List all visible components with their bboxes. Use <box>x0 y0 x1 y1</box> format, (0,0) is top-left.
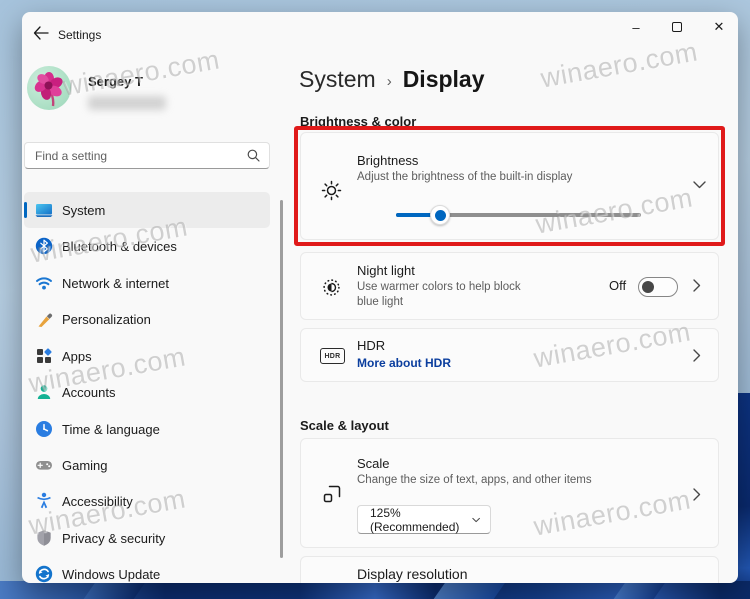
hdr-title: HDR <box>357 338 386 353</box>
desktop: Settings – ✕ Sergey T Find a setting Sys… <box>0 0 750 599</box>
privacy-icon <box>35 529 53 547</box>
time-language-icon <box>35 420 53 438</box>
system-icon <box>35 201 53 219</box>
back-button[interactable] <box>28 21 54 45</box>
windows-update-icon <box>35 565 53 583</box>
selected-accent-bar <box>24 202 27 218</box>
night-light-toggle[interactable] <box>638 277 678 297</box>
breadcrumb-parent[interactable]: System <box>299 66 376 93</box>
scale-dropdown[interactable]: 125% (Recommended) <box>357 505 491 534</box>
avatar-flower-icon <box>34 72 63 107</box>
night-light-subtitle-1: Use warmer colors to help block <box>357 281 521 293</box>
sidebar-item-label: Accounts <box>62 384 116 400</box>
scale-icon <box>321 483 343 505</box>
display-resolution-title: Display resolution <box>357 566 468 582</box>
scale-card[interactable]: Scale Change the size of text, apps, and… <box>300 438 719 548</box>
minimize-icon: – <box>632 19 640 35</box>
brightness-slider-thumb[interactable] <box>430 205 450 225</box>
chevron-right-icon[interactable] <box>693 349 701 362</box>
scale-dropdown-value: 125% (Recommended) <box>370 505 460 534</box>
sidebar-item-accounts[interactable]: Accounts <box>24 374 270 410</box>
search-input[interactable] <box>25 148 247 163</box>
sidebar-item-label: Privacy & security <box>62 530 166 546</box>
sidebar-item-time-language[interactable]: Time & language <box>24 411 270 447</box>
sidebar-item-personalization[interactable]: Personalization <box>24 301 270 337</box>
brightness-sun-icon <box>321 180 342 201</box>
maximize-icon <box>672 22 682 32</box>
hdr-more-link[interactable]: More about HDR <box>357 356 451 370</box>
brightness-subtitle: Adjust the brightness of the built-in di… <box>357 171 573 183</box>
sidebar-item-label: Network & internet <box>62 275 169 291</box>
brightness-slider[interactable] <box>396 205 641 225</box>
sidebar-item-gaming[interactable]: Gaming <box>24 447 270 483</box>
chevron-right-icon[interactable] <box>693 279 701 292</box>
brightness-card[interactable]: Brightness Adjust the brightness of the … <box>300 132 719 240</box>
sidebar-item-label: Personalization <box>62 311 151 327</box>
bluetooth-icon <box>35 237 53 255</box>
search-box[interactable] <box>24 142 270 169</box>
sidebar-item-apps[interactable]: Apps <box>24 338 270 374</box>
sidebar-item-windows-update[interactable]: Windows Update <box>24 556 270 583</box>
close-button[interactable]: ✕ <box>697 12 738 42</box>
sidebar-item-label: Gaming <box>62 457 108 473</box>
sidebar-item-label: Windows Update <box>62 566 161 582</box>
search-icon[interactable] <box>247 149 260 162</box>
hdr-badge-icon: HDR <box>320 348 345 364</box>
personalization-icon <box>35 310 53 328</box>
breadcrumb-separator: › <box>386 72 392 90</box>
network-icon <box>35 274 53 292</box>
toggle-state-label: Off <box>609 278 627 293</box>
toggle-knob <box>642 281 654 293</box>
display-resolution-card[interactable]: Display resolution Adjust the resolution… <box>300 556 719 583</box>
section-header-scale-layout: Scale & layout <box>300 418 389 433</box>
accounts-icon <box>35 383 53 401</box>
wallpaper-bottom-strip <box>0 579 750 599</box>
user-email-redacted <box>88 96 166 110</box>
sidebar-item-label: Accessibility <box>62 493 133 509</box>
scale-title: Scale <box>357 456 390 471</box>
hdr-card[interactable]: HDR HDR More about HDR <box>300 328 719 382</box>
chevron-down-icon <box>472 517 480 522</box>
close-icon: ✕ <box>713 19 725 34</box>
maximize-button[interactable] <box>655 12 699 42</box>
sidebar-item-bluetooth-devices[interactable]: Bluetooth & devices <box>24 228 270 264</box>
gaming-icon <box>35 456 53 474</box>
night-light-title: Night light <box>357 263 415 278</box>
breadcrumb: System › Display <box>299 66 485 93</box>
sidebar-item-accessibility[interactable]: Accessibility <box>24 483 270 519</box>
avatar[interactable] <box>27 66 71 110</box>
sidebar-item-network-internet[interactable]: Network & internet <box>24 265 270 301</box>
section-header-brightness-color: Brightness & color <box>300 114 417 129</box>
chevron-down-icon[interactable] <box>693 181 706 189</box>
user-name: Sergey T <box>88 74 143 89</box>
minimize-button[interactable]: – <box>614 12 658 42</box>
night-light-icon <box>321 277 342 298</box>
scale-subtitle: Change the size of text, apps, and other… <box>357 474 592 486</box>
hdr-badge-text: HDR <box>320 348 345 364</box>
sidebar-item-label: Time & language <box>62 421 160 437</box>
night-light-card[interactable]: Night light Use warmer colors to help bl… <box>300 252 719 320</box>
night-light-subtitle-2: blue light <box>357 296 404 308</box>
accessibility-icon <box>35 492 53 510</box>
sidebar-item-system[interactable]: System <box>24 192 270 228</box>
back-arrow-icon <box>33 26 49 40</box>
settings-window: Settings – ✕ Sergey T Find a setting Sys… <box>22 12 738 583</box>
chevron-right-icon[interactable] <box>693 488 701 501</box>
page-title: Display <box>402 66 485 92</box>
sidebar-item-label: Apps <box>62 348 92 364</box>
apps-icon <box>35 347 53 365</box>
sidebar-item-privacy-security[interactable]: Privacy & security <box>24 520 270 556</box>
sidebar-scrollbar[interactable] <box>280 200 283 558</box>
window-title: Settings <box>58 28 102 42</box>
brightness-title: Brightness <box>357 153 419 168</box>
sidebar-item-label: Bluetooth & devices <box>62 238 177 254</box>
sidebar-item-label: System <box>62 202 106 218</box>
